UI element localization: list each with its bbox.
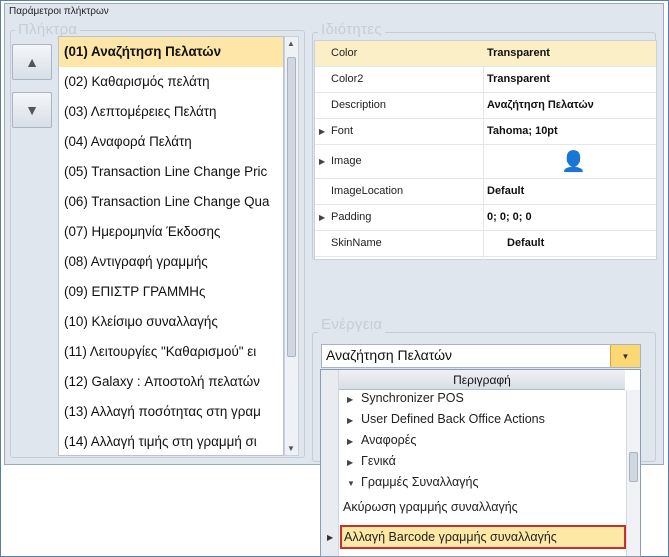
expand-icon[interactable]: ▶ (319, 213, 325, 222)
action-category[interactable]: User Defined Back Office Actions (361, 412, 545, 426)
key-list-item[interactable]: (08) Αντιγραφή γραμμής (59, 247, 283, 277)
arrow-down-icon: ▼ (25, 102, 39, 118)
key-list-item[interactable]: (10) Κλείσιμο συναλλαγής (59, 307, 283, 337)
property-row[interactable]: ImageLocation Default (315, 179, 656, 205)
action-category[interactable]: Synchronizer POS (361, 391, 464, 405)
property-value[interactable]: Default (507, 237, 544, 249)
key-list-item[interactable]: (06) Transaction Line Change Qua (59, 187, 283, 217)
action-option[interactable]: Ακύρωση γραμμής συναλλαγής (343, 500, 518, 514)
property-row[interactable]: Color Transparent (315, 41, 656, 67)
property-name: SkinName (331, 237, 382, 249)
dropdown-header: Περιγραφή (339, 370, 625, 390)
arrow-up-icon: ▲ (25, 54, 39, 70)
action-group-label: Ενέργεια (318, 316, 386, 333)
key-list-item[interactable]: (09) ΕΠΙΣΤΡ ΓΡΑΜΜΗς (59, 277, 283, 307)
expand-icon[interactable]: ▶ (319, 157, 325, 166)
property-value[interactable]: Transparent (487, 73, 550, 85)
key-list-item[interactable]: (05) Transaction Line Change Pric (59, 157, 283, 187)
key-list-item[interactable]: (07) Ημερομηνία Έκδοσης (59, 217, 283, 247)
key-list-item[interactable]: (11) Λειτουργίες "Καθαρισμού" ει (59, 337, 283, 367)
property-name: ImageLocation (331, 185, 404, 197)
action-combo-value: Αναζήτηση Πελατών (326, 347, 453, 363)
key-list-item[interactable]: (04) Αναφορά Πελάτη (59, 127, 283, 157)
highlighted-item-frame: Αλλαγή Barcode γραμμής συναλλαγής (340, 525, 626, 549)
window-title: Παράμετροι πλήκτρων (9, 6, 109, 17)
dropdown-scroll-thumb[interactable] (629, 452, 638, 482)
row-indicator-icon: ▶ (327, 533, 334, 542)
property-row[interactable]: Description Αναζήτηση Πελατών (315, 93, 656, 119)
property-row[interactable]: ▶ Font Tahoma; 10pt (315, 119, 656, 145)
key-list-item[interactable]: (12) Galaxy : Αποστολή πελατών (59, 367, 283, 397)
property-name: Color (331, 47, 358, 59)
action-category[interactable]: Γραμμές Συναλλαγής (361, 475, 479, 489)
properties-grid: Color Transparent Color2 Transparent Descrip… (314, 40, 657, 261)
property-row[interactable]: Color2 Transparent (315, 67, 656, 93)
action-combo[interactable]: Αναζήτηση Πελατών ▼ (321, 344, 641, 368)
dropdown-gutter (321, 370, 339, 556)
property-name: Font (331, 125, 354, 137)
property-value[interactable]: Default (487, 185, 524, 197)
property-row[interactable]: ▶ Image 👤 (315, 145, 656, 179)
person-icon: 👤 (561, 151, 586, 173)
key-list-item[interactable]: (03) Λεπτομέρειες Πελάτη (59, 97, 283, 127)
action-category[interactable]: Αναφορές (361, 433, 416, 447)
keys-list[interactable]: (01) Αναζήτηση Πελατών (02) Καθαρισμός πε… (58, 36, 284, 456)
expand-icon[interactable]: ▶ (347, 416, 353, 425)
action-category[interactable]: Γενικά (361, 454, 396, 468)
property-value[interactable]: Transparent (487, 47, 550, 59)
scroll-down-icon[interactable]: ▼ (287, 444, 295, 453)
property-row[interactable]: ▶ Padding 0; 0; 0; 0 (315, 205, 656, 231)
highlighted-action-option[interactable]: Αλλαγή Barcode γραμμής συναλλαγής (344, 530, 557, 544)
key-list-item[interactable]: (13) Αλλαγή ποσότητας στη γραμ (59, 397, 283, 427)
expand-icon[interactable]: ▶ (319, 127, 325, 136)
expand-icon[interactable]: ▶ (347, 395, 353, 404)
property-value[interactable]: Tahoma; 10pt (487, 125, 558, 137)
combo-dropdown-button[interactable]: ▼ (610, 345, 640, 367)
key-list-item[interactable]: (02) Καθαρισμός πελάτη (59, 67, 283, 97)
move-down-button[interactable]: ▼ (12, 92, 52, 128)
scroll-up-icon[interactable]: ▲ (287, 39, 295, 48)
collapse-icon[interactable]: ▼ (347, 479, 355, 488)
property-name: Color2 (331, 73, 364, 85)
property-name: Padding (331, 211, 372, 223)
move-up-button[interactable]: ▲ (12, 44, 52, 80)
key-list-item[interactable]: (14) Αλλαγή τιμής στη γραμμή σι (59, 427, 283, 455)
property-name: Description (331, 99, 387, 111)
scroll-thumb[interactable] (287, 57, 296, 357)
properties-group-label: Ιδιότητες (318, 21, 385, 38)
property-row[interactable]: SkinName Default (315, 231, 656, 257)
dropdown-scrollbar[interactable] (626, 390, 640, 556)
property-name: Image (331, 155, 362, 167)
property-value[interactable]: Αναζήτηση Πελατών (487, 99, 594, 111)
expand-icon[interactable]: ▶ (347, 437, 353, 446)
property-value[interactable]: 0; 0; 0; 0 (487, 211, 532, 223)
chevron-down-icon: ▼ (621, 351, 630, 361)
expand-icon[interactable]: ▶ (347, 458, 353, 467)
keys-list-scrollbar[interactable]: ▲ ▼ (284, 36, 299, 456)
key-list-item[interactable]: (01) Αναζήτηση Πελατών (59, 37, 283, 67)
